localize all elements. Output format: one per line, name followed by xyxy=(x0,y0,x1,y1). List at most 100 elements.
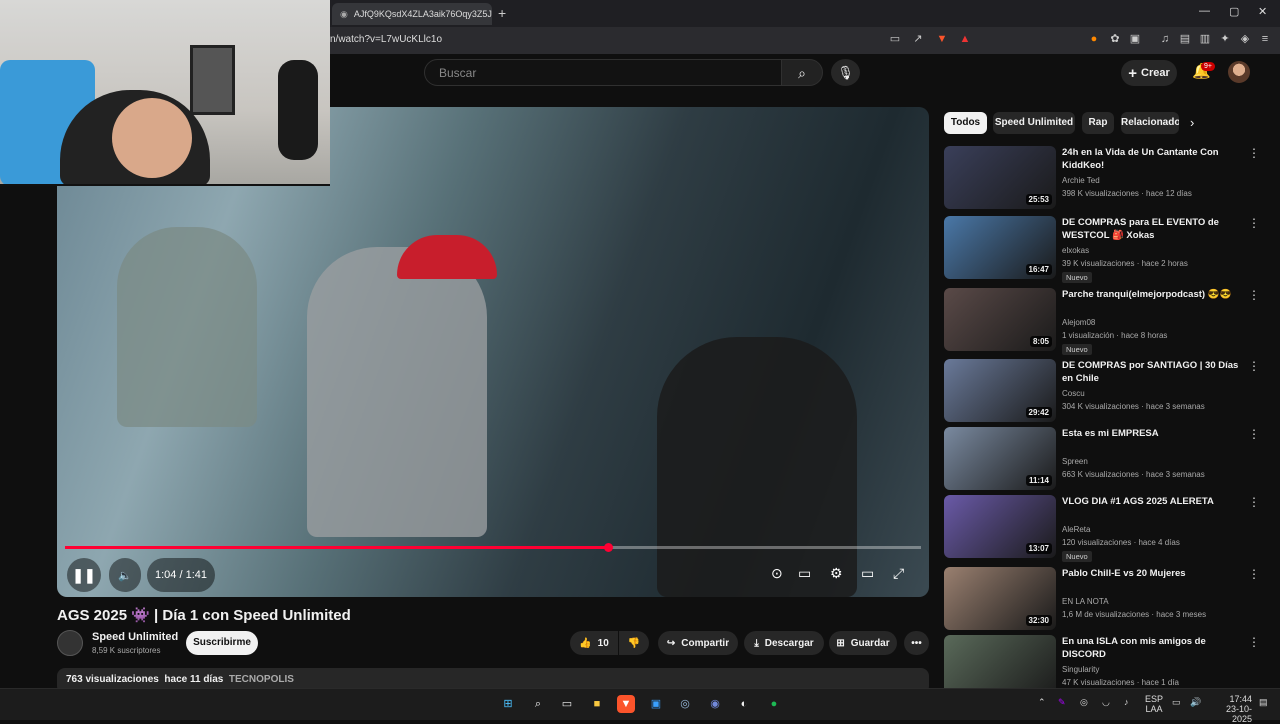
save-button[interactable]: ⊞ Guardar xyxy=(829,631,897,655)
more-options-icon[interactable]: ⋮ xyxy=(1248,567,1260,581)
search-input[interactable]: Buscar xyxy=(424,59,782,86)
address-bar-url[interactable]: n/watch?v=L7wUcKLlc1o xyxy=(330,34,442,45)
sidebar-video-title[interactable]: Pablo Chill-E vs 20 Mujeres xyxy=(1062,567,1242,580)
chip-rap[interactable]: Rap xyxy=(1082,112,1114,134)
leo-icon[interactable]: ✦ xyxy=(1218,32,1232,46)
spotify-icon[interactable]: ● xyxy=(765,695,783,713)
sidebar-video-card[interactable]: 16:47 DE COMPRAS para EL EVENTO de WESTCO… xyxy=(944,216,1260,283)
chevron-up-icon[interactable]: ⌃ xyxy=(1038,697,1046,708)
description-tag[interactable]: TECNOPOLIS xyxy=(229,674,294,685)
more-actions-button[interactable]: ••• xyxy=(904,631,929,655)
brave-browser-icon[interactable]: ▼ xyxy=(617,695,635,713)
voice-search-button[interactable]: 🎙 xyxy=(831,59,860,86)
sidebar-video-channel[interactable]: elxokas xyxy=(1062,246,1089,255)
sidebar-video-channel[interactable]: AleReta xyxy=(1062,525,1090,534)
sidebar-toggle-icon[interactable]: ▤ xyxy=(1178,32,1192,46)
video-thumbnail[interactable]: 8:05 xyxy=(944,288,1056,351)
sidebar-video-channel[interactable]: Archie Ted xyxy=(1062,176,1100,185)
vpn-icon[interactable]: ◈ xyxy=(1238,32,1252,46)
like-button[interactable]: 👍 10 xyxy=(570,631,618,655)
brave-shield-icon[interactable]: ▼ xyxy=(935,32,949,46)
brave-rewards-icon[interactable]: ▲ xyxy=(958,32,972,46)
video-thumbnail[interactable]: 29:42 xyxy=(944,359,1056,422)
video-progress-bar[interactable] xyxy=(65,546,921,549)
play-pause-button[interactable]: ❚❚ xyxy=(67,558,101,592)
create-button[interactable]: + Crear xyxy=(1121,60,1177,86)
new-tab-button[interactable]: + xyxy=(498,5,506,21)
extension-puzzle-icon[interactable]: ✿ xyxy=(1108,32,1122,46)
video-thumbnail[interactable]: 11:14 xyxy=(944,427,1056,490)
theater-mode-icon[interactable]: ▭ xyxy=(861,565,874,582)
sidebar-video-card[interactable]: 8:05 Parche tranqui(elmejorpodcast) 😎😎 Ale… xyxy=(944,288,1260,355)
more-options-icon[interactable]: ⋮ xyxy=(1248,216,1260,230)
more-options-icon[interactable]: ⋮ xyxy=(1248,288,1260,302)
avatar[interactable] xyxy=(1228,61,1250,83)
sidebar-video-title[interactable]: Parche tranqui(elmejorpodcast) 😎😎 xyxy=(1062,288,1242,301)
task-view-icon[interactable]: ▭ xyxy=(558,695,576,713)
more-options-icon[interactable]: ⋮ xyxy=(1248,635,1260,649)
channel-avatar[interactable] xyxy=(57,630,83,656)
screenshot-icon[interactable]: ▣ xyxy=(1128,32,1142,46)
settings-icon[interactable]: ⚙ xyxy=(830,565,843,582)
maximize-button[interactable]: ▢ xyxy=(1229,5,1239,18)
network-icon[interactable]: ▭ xyxy=(1172,697,1181,708)
file-explorer-icon[interactable]: ■ xyxy=(588,695,606,713)
browser-tab[interactable]: ◉ AJfQ9KQsdX4ZLA3aik76Oqy3Z5JUZe xyxy=(332,3,492,25)
mic-tray-icon[interactable]: ♪ xyxy=(1124,697,1129,707)
steam-icon[interactable]: ◎ xyxy=(676,695,694,713)
close-window-button[interactable]: ✕ xyxy=(1258,5,1267,18)
windows-start-icon[interactable]: ⊞ xyxy=(499,695,517,713)
more-options-icon[interactable]: ⋮ xyxy=(1248,495,1260,509)
sidebar-video-title[interactable]: DE COMPRAS por SANTIAGO | 30 Días en Chi… xyxy=(1062,359,1242,385)
sidebar-video-card[interactable]: 29:42 DE COMPRAS por SANTIAGO | 30 Días e… xyxy=(944,359,1260,423)
video-thumbnail[interactable]: 16:47 xyxy=(944,216,1056,279)
sidebar-video-title[interactable]: VLOG DIA #1 AGS 2025 ALERETA xyxy=(1062,495,1242,508)
extension-icon[interactable]: ● xyxy=(1087,32,1101,46)
share-button[interactable]: ↪ Compartir xyxy=(658,631,738,655)
chip-speed-unlimited[interactable]: Speed Unlimited xyxy=(993,112,1075,134)
more-options-icon[interactable]: ⋮ xyxy=(1248,359,1260,373)
cast-icon[interactable]: ▭ xyxy=(888,32,902,46)
chip-relacionado[interactable]: Relacionado xyxy=(1121,112,1179,134)
download-button[interactable]: ⤓ Descargar xyxy=(744,631,824,655)
sidebar-video-card[interactable]: 32:30 Pablo Chill-E vs 20 Mujeres EN LA NO… xyxy=(944,567,1260,631)
subscribe-button[interactable]: Suscribirme xyxy=(186,631,258,655)
sidebar-video-card[interactable]: 25:53 24h en la Vida de Un Cantante Con K… xyxy=(944,146,1260,210)
progress-scrubber-handle[interactable] xyxy=(603,543,613,552)
more-options-icon[interactable]: ⋮ xyxy=(1248,427,1260,441)
video-thumbnail[interactable]: 25:53 xyxy=(944,146,1056,209)
notification-center-icon[interactable]: ▤ xyxy=(1259,697,1268,708)
sidebar-video-channel[interactable]: Alejom08 xyxy=(1062,318,1095,327)
sidebar-video-channel[interactable]: EN LA NOTA xyxy=(1062,597,1109,606)
sidebar-video-channel[interactable]: Singularity xyxy=(1062,665,1099,674)
discord-icon[interactable]: ◉ xyxy=(706,695,724,713)
share-page-icon[interactable]: ↗ xyxy=(911,32,925,46)
video-thumbnail[interactable]: 13:07 xyxy=(944,495,1056,558)
sidebar-video-card[interactable]: 11:14 Esta es mi EMPRESA Spreen 663 K visua… xyxy=(944,427,1260,491)
channel-name[interactable]: Speed Unlimited xyxy=(92,631,178,643)
video-thumbnail[interactable]: 32:30 xyxy=(944,567,1056,630)
volume-tray-icon[interactable]: 🔊 xyxy=(1190,697,1201,708)
menu-icon[interactable]: ≡ xyxy=(1258,32,1272,46)
chevron-right-icon[interactable]: › xyxy=(1190,115,1194,130)
photos-icon[interactable]: ▣ xyxy=(647,695,665,713)
dislike-button[interactable]: 👎 xyxy=(619,631,649,655)
search-icon[interactable]: ⌕ xyxy=(529,695,547,713)
sidebar-video-title[interactable]: Esta es mi EMPRESA xyxy=(1062,427,1242,440)
sidebar-video-channel[interactable]: Coscu xyxy=(1062,389,1085,398)
media-icon[interactable]: ♫ xyxy=(1158,32,1172,46)
language-indicator[interactable]: ESP LAA xyxy=(1145,694,1163,714)
steam-tray-icon[interactable]: ◎ xyxy=(1080,697,1088,708)
fullscreen-icon[interactable]: ⤢ xyxy=(893,565,904,582)
sidebar-video-title[interactable]: 24h en la Vida de Un Cantante Con KiddKe… xyxy=(1062,146,1242,172)
subtitles-icon[interactable]: ▭ xyxy=(798,565,811,582)
sidebar-video-title[interactable]: DE COMPRAS para EL EVENTO de WESTCOL 🎒 X… xyxy=(1062,216,1242,242)
volume-button[interactable]: 🔈 xyxy=(109,558,141,592)
sidebar-video-channel[interactable]: Spreen xyxy=(1062,457,1088,466)
chip-todos[interactable]: Todos xyxy=(944,112,987,134)
headset-icon[interactable]: ◡ xyxy=(1102,697,1110,708)
search-button[interactable]: ⌕ xyxy=(781,59,823,86)
sidebar-video-card[interactable]: 13:07 VLOG DIA #1 AGS 2025 ALERETA AleReta… xyxy=(944,495,1260,562)
more-options-icon[interactable]: ⋮ xyxy=(1248,146,1260,160)
wallet-icon[interactable]: ▥ xyxy=(1198,32,1212,46)
